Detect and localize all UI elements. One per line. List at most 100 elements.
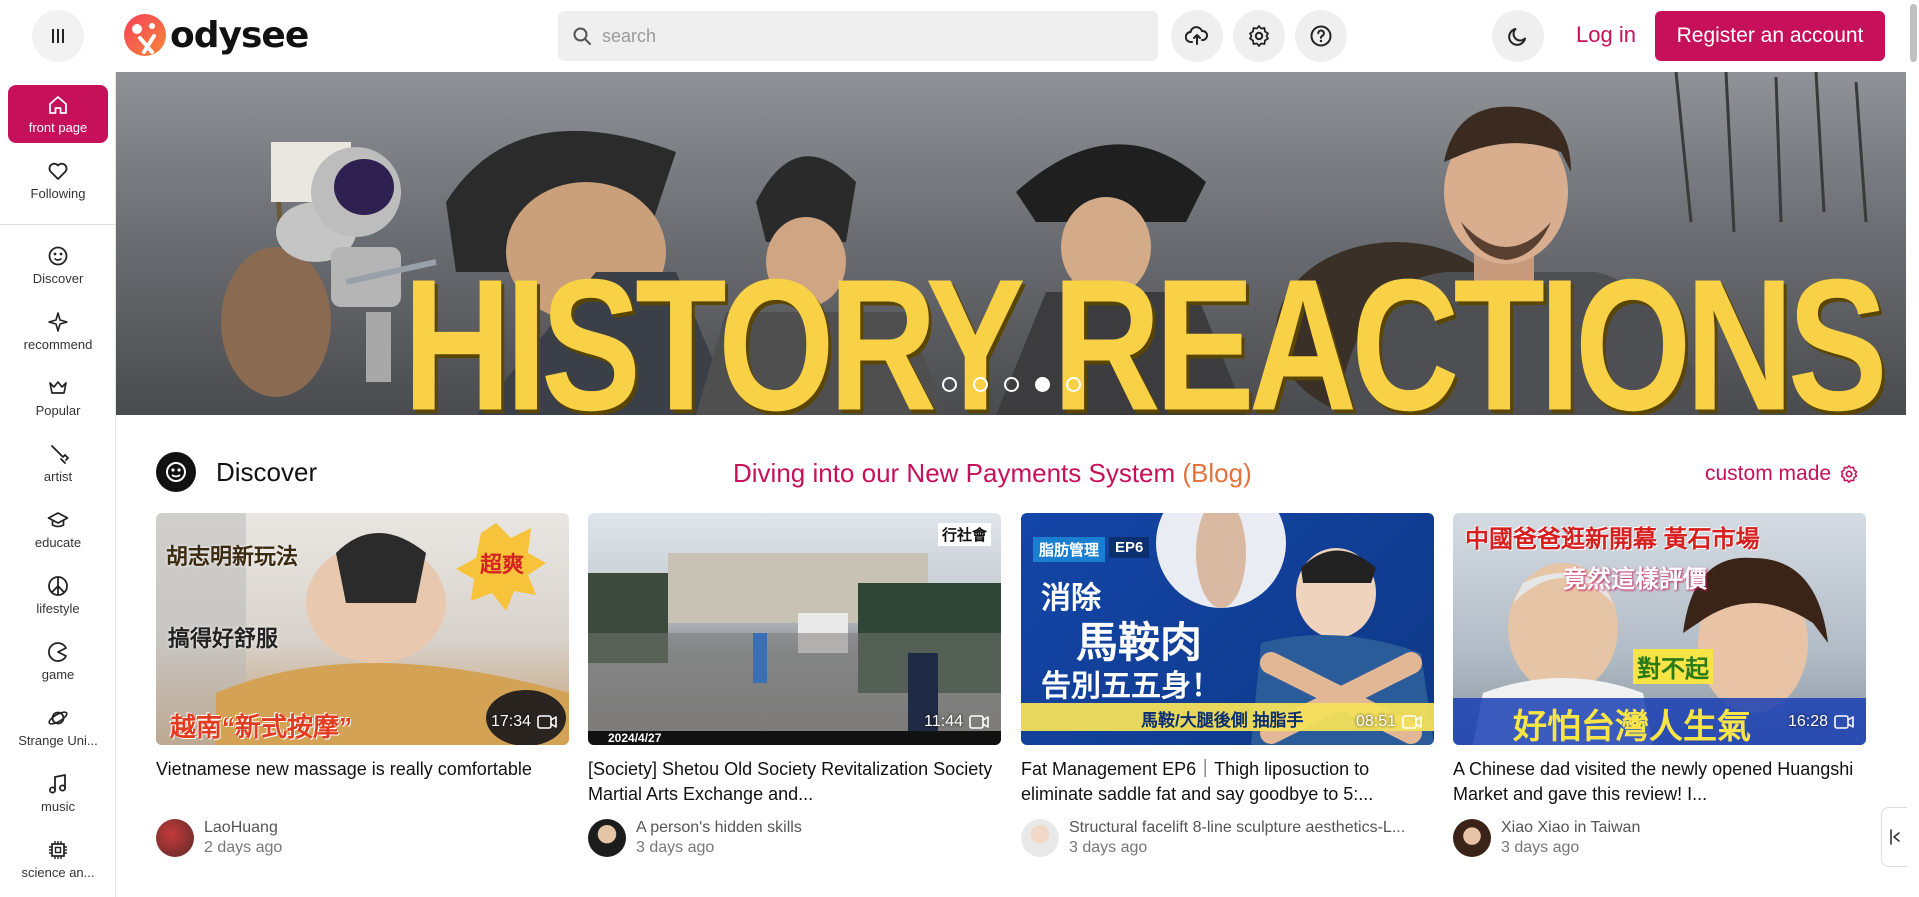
chip-icon — [49, 840, 67, 859]
sidebar-item-strange-universe[interactable]: Strange Uni... — [8, 698, 108, 756]
hero-banner[interactable]: HISTORY REACTIONS — [116, 72, 1906, 415]
dark-mode-button[interactable] — [1492, 10, 1544, 62]
sidebar-item-following[interactable]: Following — [8, 151, 108, 209]
channel-avatar[interactable] — [1021, 819, 1059, 857]
sidebar-item-science[interactable]: science an... — [8, 830, 108, 888]
channel-name[interactable]: A person's hidden skills — [636, 819, 996, 837]
search-input[interactable] — [602, 25, 1142, 47]
video-thumbnail[interactable]: 脂肪管理 EP6 消除 馬鞍肉 告別五五身！ 馬鞍/大腿後側 抽脂手 08:51 — [1021, 513, 1434, 745]
blog-link-text: Diving into our New Payments System — [733, 458, 1183, 488]
blog-announcement-link[interactable]: Diving into our New Payments System (Blo… — [733, 458, 1252, 489]
sidebar-item-label: science an... — [21, 864, 95, 880]
sidebar-item-label: recommend — [23, 336, 93, 352]
video-title[interactable]: [Society] Shetou Old Society Revitalizat… — [588, 757, 1001, 807]
pacman-icon — [48, 641, 67, 662]
sidebar-item-label: Popular — [35, 402, 81, 418]
custom-made-button[interactable]: custom made — [1705, 462, 1859, 486]
channel-avatar[interactable] — [1453, 819, 1491, 857]
search-icon — [573, 27, 591, 45]
sidebar-item-label: artist — [43, 468, 73, 484]
video-thumbnail[interactable]: 行社會 2024/4/27 11:44 — [588, 513, 1001, 745]
sidebar-item-label: Strange Uni... — [18, 732, 98, 748]
sidebar-item-recommend[interactable]: recommend — [8, 302, 108, 360]
login-link[interactable]: Log in — [1576, 22, 1636, 48]
video-camera-icon — [1834, 715, 1854, 729]
sidebar-divider — [0, 224, 116, 225]
channel-avatar[interactable] — [156, 819, 194, 857]
sidebar: front page Following Discover recommend … — [0, 72, 116, 897]
carousel-dot[interactable] — [942, 377, 957, 392]
video-card[interactable]: 胡志明新玩法 搞得好舒服 超爽 越南“新式按摩” 17:34 Vietnames… — [156, 513, 569, 857]
video-title[interactable]: A Chinese dad visited the newly opened H… — [1453, 757, 1866, 807]
video-meta: Structural facelift 8-line sculpture aes… — [1021, 819, 1434, 857]
carousel-dot[interactable] — [1066, 377, 1081, 392]
help-icon — [1310, 25, 1332, 47]
sidebar-item-label: Discover — [32, 270, 84, 286]
carousel-dot[interactable] — [973, 377, 988, 392]
settings-icon — [1249, 25, 1269, 47]
channel-avatar[interactable] — [588, 819, 626, 857]
upload-time: 3 days ago — [1501, 839, 1580, 856]
video-thumbnail[interactable]: 胡志明新玩法 搞得好舒服 超爽 越南“新式按摩” 17:34 — [156, 513, 569, 745]
menu-button[interactable] — [32, 10, 84, 62]
thumbnail-text: 搞得好舒服 — [168, 626, 279, 651]
upload-button[interactable] — [1171, 10, 1223, 62]
duration-text: 11:44 — [924, 713, 963, 730]
video-duration: 17:34 — [491, 713, 557, 731]
video-card[interactable]: 脂肪管理 EP6 消除 馬鞍肉 告別五五身！ 馬鞍/大腿後側 抽脂手 08:51… — [1021, 513, 1434, 857]
video-meta: A person's hidden skills 3 days ago — [588, 819, 1001, 857]
thumbnail-text: 中國爸爸逛新開幕 黃石市場 — [1465, 526, 1760, 553]
carousel-dot-active[interactable] — [1035, 377, 1050, 392]
video-duration: 08:51 — [1356, 713, 1422, 731]
video-card[interactable]: 中國爸爸逛新開幕 黃石市場 竟然這樣評價 對不起 好怕台灣人生氣 16:28 A… — [1453, 513, 1866, 857]
thumbnail-text: 脂肪管理 — [1033, 537, 1106, 562]
video-title[interactable]: Vietnamese new massage is really comfort… — [156, 757, 569, 807]
sidebar-item-discover[interactable]: Discover — [8, 236, 108, 294]
video-title[interactable]: Fat Management EP6｜Thigh liposuction to … — [1021, 757, 1434, 807]
thumbnail-text: 行社會 — [937, 523, 991, 546]
music-note-icon — [49, 773, 66, 793]
search-bar[interactable] — [558, 11, 1158, 61]
blog-link-tail: (Blog) — [1182, 458, 1252, 488]
channel-name[interactable]: Xiao Xiao in Taiwan — [1501, 819, 1861, 837]
scrollbar[interactable] — [1907, 0, 1919, 897]
video-duration: 16:28 — [1788, 713, 1854, 731]
video-meta: LaoHuang 2 days ago — [156, 819, 569, 857]
thumbnail-text: 胡志明新玩法 — [166, 544, 299, 569]
channel-name[interactable]: Structural facelift 8-line sculpture aes… — [1069, 819, 1429, 837]
settings-button[interactable] — [1233, 10, 1285, 62]
upload-icon — [1185, 26, 1209, 45]
sidebar-item-artist[interactable]: artist — [8, 434, 108, 492]
settings-icon — [1840, 464, 1858, 484]
odysee-logo[interactable]: odysee — [122, 12, 309, 58]
expand-panel-icon — [1889, 829, 1900, 845]
sparkle-icon — [48, 311, 68, 332]
carousel-dot[interactable] — [1004, 377, 1019, 392]
thumbnail-text: 竟然這樣評價 — [1563, 566, 1707, 593]
sidebar-item-label: Following — [30, 185, 86, 201]
peace-icon — [48, 575, 68, 596]
video-card[interactable]: 行社會 2024/4/27 11:44 [Society] Shetou Old… — [588, 513, 1001, 857]
side-panel-toggle[interactable] — [1881, 807, 1907, 867]
video-camera-icon — [1402, 715, 1422, 729]
scrollbar-thumb[interactable] — [1910, 4, 1917, 62]
sidebar-item-label: educate — [34, 534, 82, 550]
menu-icon — [52, 29, 64, 43]
sidebar-item-educate[interactable]: educate — [8, 500, 108, 558]
sidebar-item-game[interactable]: game — [8, 632, 108, 690]
channel-name[interactable]: LaoHuang — [204, 819, 564, 837]
video-thumbnail[interactable]: 中國爸爸逛新開幕 黃石市場 竟然這樣評價 對不起 好怕台灣人生氣 16:28 — [1453, 513, 1866, 745]
sidebar-item-front-page[interactable]: front page — [8, 85, 108, 143]
sidebar-item-popular[interactable]: Popular — [8, 368, 108, 426]
sidebar-item-music[interactable]: music — [8, 764, 108, 822]
planet-icon — [48, 710, 68, 725]
thumbnail-text: 對不起 — [1633, 649, 1713, 684]
help-button[interactable] — [1295, 10, 1347, 62]
sidebar-item-lifestyle[interactable]: lifestyle — [8, 566, 108, 624]
section-title: Discover — [216, 456, 318, 487]
duration-text: 17:34 — [490, 713, 531, 730]
video-camera-icon — [969, 715, 989, 729]
register-button[interactable]: Register an account — [1655, 11, 1885, 61]
custom-made-label: custom made — [1705, 462, 1832, 485]
video-duration: 11:44 — [924, 713, 989, 731]
